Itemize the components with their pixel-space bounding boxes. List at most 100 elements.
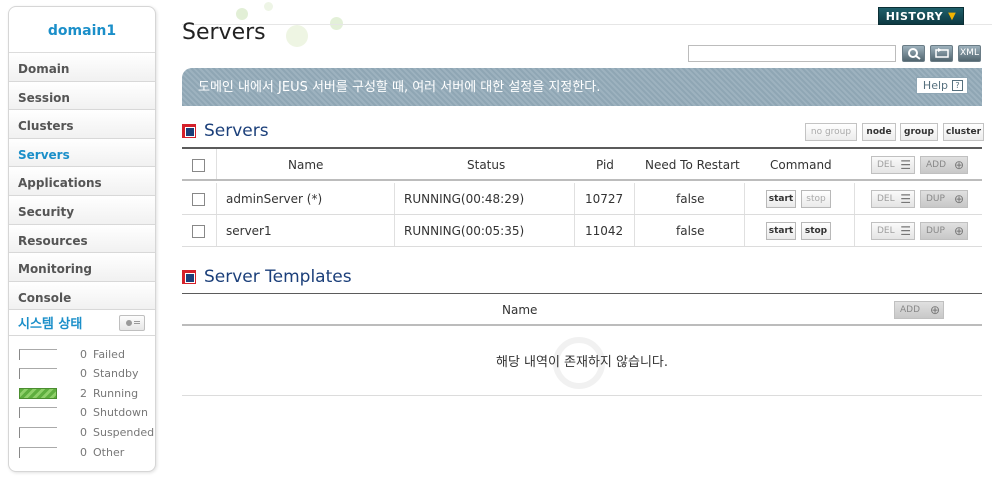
server-templates-table-header: Name ADD ⊕ [182, 294, 982, 326]
row-dup-button[interactable]: DUP ⊕ [920, 222, 968, 240]
view-node-button[interactable]: node [862, 123, 896, 141]
server-need-restart: false [676, 224, 705, 238]
system-status-list: 0 Failed 0 Standby 2 Running 0 Shutdown … [9, 336, 155, 462]
dup-label: DUP [926, 226, 945, 236]
stop-button[interactable]: stop [801, 222, 831, 240]
plus-icon: ⊕ [929, 303, 940, 317]
start-button[interactable]: start [766, 222, 796, 240]
server-status: RUNNING(00:05:35) [404, 224, 525, 238]
status-row-standby: 0 Standby [9, 364, 155, 384]
view-group-button[interactable]: group [900, 123, 938, 141]
history-button[interactable]: HISTORY ▼ [878, 7, 964, 25]
table-row: server1 RUNNING(00:05:35) 11042 false st… [182, 215, 982, 247]
template-add-button[interactable]: ADD ⊕ [894, 301, 944, 319]
column-divider [634, 183, 635, 214]
search-icon[interactable] [902, 45, 925, 62]
decor-dot [236, 8, 248, 20]
help-label: Help [922, 79, 948, 92]
row-dup-button[interactable]: DUP ⊕ [920, 190, 968, 208]
status-bar [19, 368, 57, 380]
add-label: ADD [900, 305, 921, 315]
status-count: 0 [80, 445, 87, 459]
sidebar-item-servers[interactable]: Servers [9, 138, 155, 168]
help-button[interactable]: Help ? [915, 77, 968, 94]
column-divider [394, 183, 395, 214]
view-no-group-button[interactable]: no group [805, 123, 857, 141]
del-button[interactable]: DEL ☰ [871, 156, 915, 174]
view-cluster-button[interactable]: cluster [943, 123, 984, 141]
column-divider [216, 149, 217, 179]
sidebar-item-clusters[interactable]: Clusters [9, 110, 155, 139]
del-label: DEL [877, 194, 895, 204]
sidebar-item-security[interactable]: Security [9, 195, 155, 225]
status-bar-running [19, 387, 57, 399]
server-status: RUNNING(00:48:29) [404, 192, 525, 206]
decor-dot [264, 2, 273, 11]
plus-icon: ⊕ [953, 224, 964, 238]
banner-text: 도메인 내에서 JEUS 서버를 구성할 때, 여러 서버에 대한 설정을 지정… [198, 80, 601, 95]
status-label: Failed [93, 347, 125, 361]
sidebar-item-session[interactable]: Session [9, 81, 155, 111]
add-label: ADD [926, 160, 947, 170]
status-row-shutdown: 0 Shutdown [9, 403, 155, 423]
select-all-checkbox[interactable] [192, 159, 205, 172]
column-header-name: Name [288, 158, 324, 172]
plus-icon: ⊕ [953, 192, 964, 206]
status-row-suspended: 0 Suspended [9, 423, 155, 443]
row-checkbox[interactable] [192, 193, 205, 206]
sidebar-item-monitoring[interactable]: Monitoring [9, 253, 155, 282]
del-label: DEL [877, 226, 895, 236]
column-divider [216, 183, 217, 214]
stop-button[interactable]: stop [801, 190, 831, 208]
decor-dot [286, 25, 308, 47]
column-divider [216, 215, 217, 246]
server-templates-heading-label: Server Templates [204, 267, 352, 287]
servers-table-header: Name Status Pid Need To Restart Command … [182, 149, 982, 181]
status-count: 0 [80, 426, 87, 440]
sidebar-item-resources[interactable]: Resources [9, 224, 155, 254]
column-divider [394, 215, 395, 246]
row-del-button[interactable]: DEL ☰ [871, 190, 915, 208]
server-name[interactable]: adminServer (*) [226, 183, 322, 214]
servers-heading: Servers [182, 121, 269, 141]
xml-export-icon[interactable]: XML [958, 45, 981, 62]
status-label: Running [93, 386, 139, 400]
column-header-status: Status [467, 158, 506, 172]
status-bar [19, 348, 57, 360]
help-icon: ? [952, 80, 963, 91]
table-row: adminServer (*) RUNNING(00:48:29) 10727 … [182, 183, 982, 215]
server-name[interactable]: server1 [226, 215, 272, 246]
section-icon [182, 270, 196, 284]
column-divider [634, 215, 635, 246]
sidebar-item-console[interactable]: Console [9, 281, 155, 311]
column-divider [744, 215, 745, 246]
sidebar: domain1 Domain Session Clusters Servers … [8, 6, 156, 472]
sidebar-item-domain[interactable]: Domain [9, 53, 155, 82]
sidebar-item-applications[interactable]: Applications [9, 167, 155, 196]
start-button[interactable]: start [766, 190, 796, 208]
status-row-running: 2 Running [9, 384, 155, 404]
add-button[interactable]: ADD ⊕ [920, 156, 968, 174]
row-del-button[interactable]: DEL ☰ [871, 222, 915, 240]
column-header-need-to-restart: Need To Restart [645, 158, 740, 172]
refresh-icon[interactable] [930, 45, 953, 62]
status-bar [19, 427, 57, 439]
row-checkbox[interactable] [192, 225, 205, 238]
trash-icon: ☰ [900, 224, 911, 238]
column-divider [854, 215, 855, 246]
domain-title[interactable]: domain1 [9, 7, 155, 53]
status-count: 0 [80, 347, 87, 361]
del-label: DEL [877, 160, 895, 170]
info-banner: 도메인 내에서 JEUS 서버를 구성할 때, 여러 서버에 대한 설정을 지정… [182, 68, 982, 106]
page-title: Servers [182, 20, 266, 45]
empty-message: 해당 내역이 존재하지 않습니다. [182, 330, 982, 396]
status-label: Other [93, 445, 125, 459]
status-label: Standby [93, 367, 139, 381]
column-header-command: Command [770, 158, 832, 172]
history-label: HISTORY [885, 9, 944, 23]
search-input[interactable] [688, 45, 896, 62]
system-status-toggle-icon[interactable] [119, 314, 145, 331]
servers-table: Name Status Pid Need To Restart Command … [182, 147, 982, 247]
system-status-title: 시스템 상태 [18, 317, 83, 333]
status-bar [19, 446, 57, 458]
